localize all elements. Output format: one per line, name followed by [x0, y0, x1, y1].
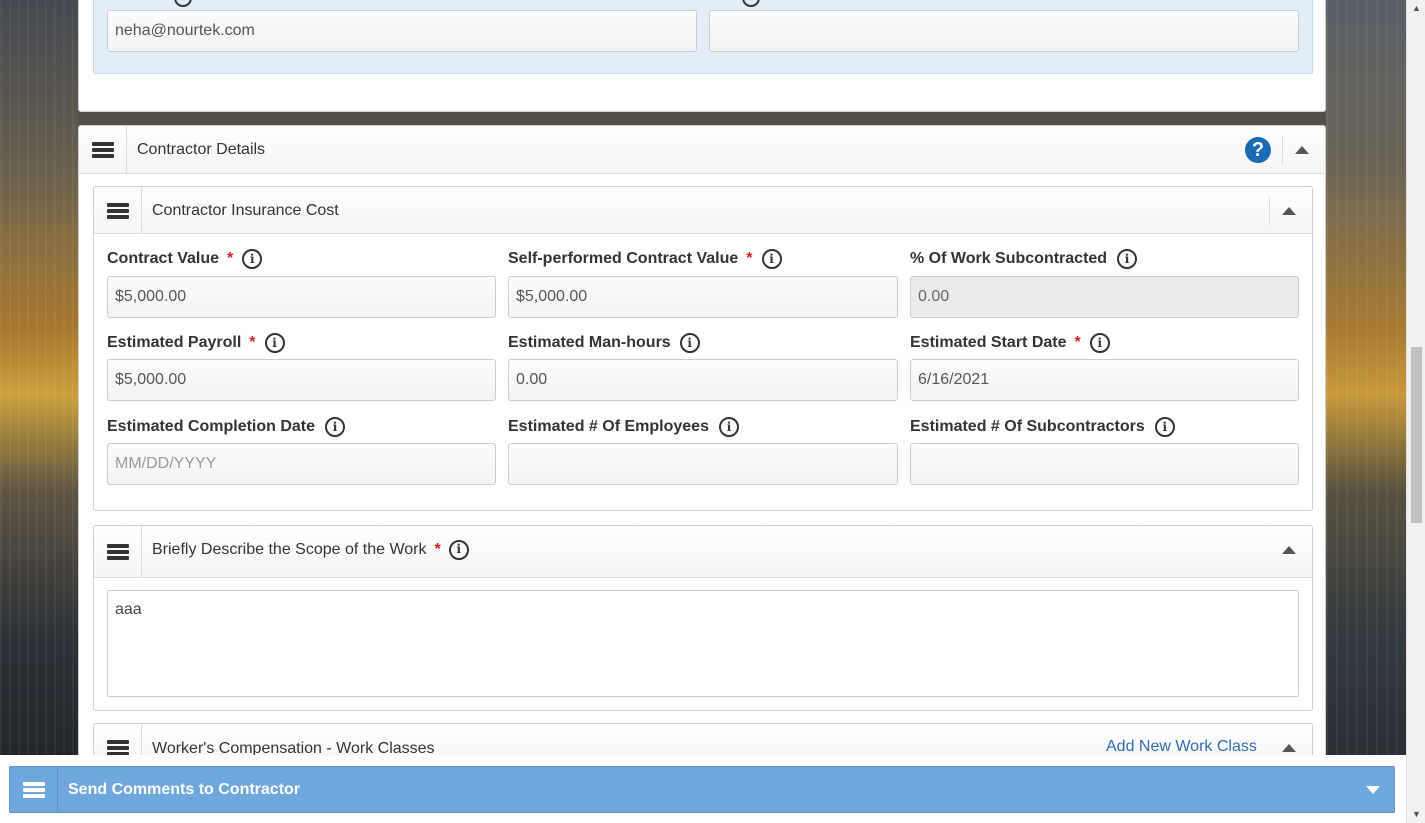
man-hours-input[interactable]: 0.00: [508, 359, 898, 401]
background-image-right: [1326, 0, 1406, 823]
collapse-icon[interactable]: [1282, 546, 1296, 554]
info-icon[interactable]: [742, 0, 760, 7]
scroll-up-arrow-icon[interactable]: ▲: [1407, 0, 1425, 17]
scope-subsection: Briefly Describe the Scope of the Work * i…: [93, 525, 1313, 711]
info-icon[interactable]: i: [761, 249, 782, 269]
help-icon[interactable]: ?: [1245, 137, 1271, 163]
contractor-details-section: Contractor Details ? Contractor Insuranc…: [78, 125, 1326, 783]
email-field[interactable]: neha@nourtek.com: [107, 10, 697, 52]
comments-title: Send Comments to Contractor: [68, 781, 301, 798]
collapse-icon[interactable]: [1282, 207, 1296, 215]
info-icon[interactable]: i: [448, 539, 469, 560]
field-label: Contract Value * i: [107, 248, 263, 270]
percent-subcontracted-input: 0.00: [910, 276, 1299, 318]
field-label: Self-performed Contract Value * i: [508, 248, 782, 270]
info-icon[interactable]: i: [325, 417, 346, 437]
subsection-title: Contractor Insurance Cost: [152, 202, 339, 219]
field-label: Estimated # Of Subcontractors i: [910, 416, 1175, 438]
field-label: Estimated Completion Date i: [107, 416, 346, 438]
scroll-down-arrow-icon[interactable]: ▼: [1407, 806, 1425, 823]
collapse-icon[interactable]: [1282, 744, 1296, 752]
top-section-panel: neha@nourtek.com: [93, 0, 1313, 74]
info-icon[interactable]: i: [264, 333, 285, 353]
expand-icon[interactable]: [1366, 786, 1380, 794]
info-icon[interactable]: i: [242, 249, 263, 269]
header-divider: [1269, 197, 1270, 225]
field-label: Estimated Start Date * i: [910, 332, 1110, 354]
menu-icon[interactable]: [79, 126, 127, 174]
scroll-thumb[interactable]: [1411, 347, 1422, 523]
info-icon[interactable]: [174, 0, 192, 7]
page-scrollbar[interactable]: ▲ ▼: [1406, 0, 1425, 823]
field-label: Estimated Payroll * i: [107, 332, 285, 354]
collapse-icon[interactable]: [1295, 146, 1309, 154]
send-comments-bar[interactable]: Send Comments to Contractor: [9, 766, 1395, 813]
info-icon[interactable]: i: [1154, 417, 1175, 437]
completion-date-input[interactable]: MM/DD/YYYY: [107, 443, 496, 485]
employees-count-input[interactable]: [508, 443, 898, 485]
scope-textarea[interactable]: aaa: [107, 590, 1299, 697]
subsection-title: Briefly Describe the Scope of the Work * i: [152, 526, 469, 573]
field-label: Estimated Man-hours i: [508, 332, 700, 354]
info-icon[interactable]: i: [718, 417, 739, 437]
insurance-cost-header[interactable]: Contractor Insurance Cost: [94, 187, 1312, 234]
contract-value-input[interactable]: $5,000.00: [107, 276, 496, 318]
info-icon[interactable]: i: [679, 333, 700, 353]
field-label: Estimated # Of Employees i: [508, 416, 739, 438]
header-divider: [1282, 136, 1283, 164]
menu-icon[interactable]: [10, 767, 58, 812]
subcontractors-count-input[interactable]: [910, 443, 1299, 485]
info-icon[interactable]: i: [1089, 333, 1110, 353]
info-icon[interactable]: i: [1117, 249, 1138, 269]
start-date-input[interactable]: 6/16/2021: [910, 359, 1299, 401]
menu-icon[interactable]: [94, 526, 142, 578]
scope-header[interactable]: Briefly Describe the Scope of the Work * i: [94, 526, 1312, 578]
add-work-class-link[interactable]: Add New Work Class: [1106, 738, 1257, 756]
self-performed-value-input[interactable]: $5,000.00: [508, 276, 898, 318]
background-image-left: [0, 0, 78, 823]
estimated-payroll-input[interactable]: $5,000.00: [107, 359, 496, 401]
top-section-card: neha@nourtek.com: [78, 0, 1326, 112]
contractor-details-header[interactable]: Contractor Details ?: [79, 126, 1325, 174]
section-title: Contractor Details: [137, 141, 266, 158]
insurance-cost-subsection: Contractor Insurance Cost Contract Value…: [93, 186, 1313, 511]
menu-icon[interactable]: [94, 187, 142, 234]
secondary-field[interactable]: [709, 10, 1299, 52]
field-label: % Of Work Subcontracted i: [910, 248, 1138, 270]
